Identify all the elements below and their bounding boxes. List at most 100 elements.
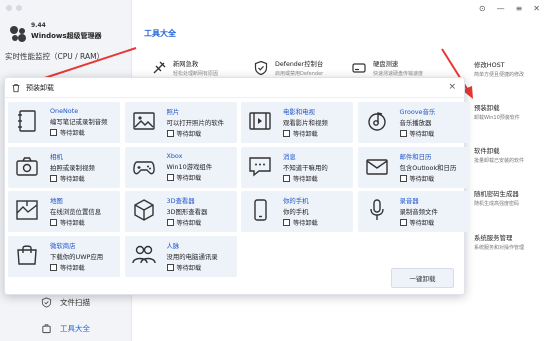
checkbox-icon[interactable]	[50, 263, 57, 271]
app-desc: 观看影片和视频	[283, 119, 328, 127]
checkbox-icon[interactable]	[283, 130, 290, 137]
close-button[interactable]: ×	[448, 82, 456, 92]
app-card[interactable]: 人脉 没用的电脑通讯录 等待卸载	[124, 235, 237, 277]
check-circle-icon[interactable]: ⊙	[479, 4, 486, 13]
app-card[interactable]: 录音器 录制音频文件 等待卸载	[357, 191, 470, 232]
checkbox-icon[interactable]	[399, 174, 407, 182]
wait-uninstall-checkbox[interactable]: 等待卸载	[399, 174, 457, 183]
people-icon	[131, 240, 157, 270]
wait-uninstall-checkbox[interactable]: 等待卸载	[283, 218, 318, 227]
close-icon[interactable]: ✕	[533, 4, 540, 13]
app-name: 3D查看器	[166, 197, 195, 205]
sidebar-item-label: 工具大全	[60, 323, 90, 333]
tool-network-repair[interactable]: 新网急救 轻松处理断网有原因	[150, 59, 218, 77]
app-card[interactable]: 邮件和日历 包含Outlook和日历 等待卸载	[357, 146, 470, 188]
checkbox-icon[interactable]	[50, 219, 57, 226]
app-card[interactable]: 3D查看器 3D图形查看器 等待卸载	[124, 191, 237, 232]
app-card[interactable]: Xbox Win10游戏组件 等待卸载	[124, 146, 237, 188]
checkbox-icon[interactable]	[166, 219, 174, 226]
app-name: OneNote	[50, 107, 79, 115]
wait-uninstall-checkbox[interactable]: 等待卸载	[399, 218, 438, 227]
checkbox-icon[interactable]	[166, 173, 174, 181]
tool-desc: 快速测速硬盘传输速度	[373, 71, 424, 77]
sidebar-item-label: 文件扫描	[60, 297, 90, 307]
tool-password-generator[interactable]: 随机密码生成器 随机生成高强度密码	[474, 189, 519, 207]
checkbox-icon[interactable]	[283, 219, 290, 226]
app-name: 人脉	[166, 241, 180, 250]
wait-label: 等待卸载	[176, 220, 202, 227]
app-card[interactable]: 电影和电视 观看影片和视频 等待卸载	[241, 102, 353, 143]
wait-label: 等待卸载	[293, 220, 318, 227]
checkbox-icon[interactable]	[399, 219, 407, 226]
app-card[interactable]: 消息 不知道干嘛用的 等待卸载	[241, 146, 353, 188]
tool-desc: 启用或禁用Defender	[275, 71, 324, 77]
app-logo-icon	[10, 26, 26, 42]
tool-service-manager[interactable]: 系统服务管理 系统服务和对操作管理	[474, 233, 524, 251]
app-card[interactable]: Groove音乐 音乐播放器 等待卸载	[357, 102, 470, 143]
tool-disk-speed[interactable]: 硬盘测速 快速测速硬盘传输速度	[350, 59, 423, 77]
sidebar-item-toolbox[interactable]: 工具大全	[40, 322, 90, 334]
toolbox-icon	[40, 322, 52, 334]
app-card-text: 照片 可以打开照片的软件 等待卸载	[166, 106, 225, 143]
tool-defender[interactable]: Defender控制台 启用或禁用Defender	[252, 59, 323, 77]
tool-modify-host[interactable]: 修改HOST 简单方便且便捷的修改	[474, 60, 524, 78]
wait-label: 等待卸载	[176, 131, 202, 138]
app-card-text: 邮件和日历 包含Outlook和日历 等待卸载	[399, 151, 457, 188]
app-desc: 音乐播放器	[399, 119, 432, 127]
gamepad-icon	[131, 151, 157, 181]
tool-name: 随机密码生成器	[474, 190, 519, 198]
dialog-title: 预装卸载	[26, 83, 54, 92]
wait-uninstall-checkbox[interactable]: 等待卸载	[283, 129, 328, 138]
wait-uninstall-checkbox[interactable]: 等待卸载	[50, 128, 108, 137]
app-card[interactable]: 你的手机 你的手机 等待卸载	[241, 191, 353, 232]
app-name: 录音器	[399, 197, 419, 205]
checkbox-icon[interactable]	[283, 174, 290, 182]
checkbox-icon[interactable]	[50, 129, 57, 136]
app-card[interactable]: OneNote 编写笔记或录制音频 等待卸载	[8, 102, 120, 143]
tool-preinstalled-uninstall[interactable]: 预装卸载 卸载Win10预装软件	[474, 103, 520, 121]
wait-uninstall-checkbox[interactable]: 等待卸载	[166, 129, 225, 138]
window-controls[interactable]	[6, 5, 22, 11]
wait-uninstall-checkbox[interactable]: 等待卸载	[166, 263, 218, 272]
wait-label: 等待卸载	[60, 220, 85, 227]
app-card[interactable]: 照片 可以打开照片的软件 等待卸载	[124, 102, 237, 143]
shield-check-icon	[40, 296, 52, 308]
minimize-icon[interactable]: —	[497, 4, 505, 13]
app-card[interactable]: 微软商店 下载你的UWP应用 等待卸载	[8, 235, 120, 277]
app-version: 9.44	[31, 22, 46, 29]
tool-name: 软件卸载	[474, 147, 500, 155]
checkbox-icon[interactable]	[399, 130, 407, 137]
checkbox-icon[interactable]	[166, 263, 174, 271]
preinstall-uninstall-dialog: 预装卸载 × OneNote 编写笔记或录制音频 等待卸载 照片 可以打开照片的软件 等待…	[4, 77, 470, 295]
wait-uninstall-checkbox[interactable]: 等待卸载	[50, 263, 103, 272]
disk-icon	[350, 59, 368, 77]
checkbox-icon[interactable]	[166, 130, 174, 137]
app-desc: 拍照或录制视频	[50, 163, 95, 172]
app-card[interactable]: 相机 拍照或录制视频 等待卸载	[8, 146, 120, 188]
wait-uninstall-checkbox[interactable]: 等待卸载	[50, 218, 101, 227]
app-name: 你的手机	[283, 197, 309, 205]
checkbox-icon[interactable]	[50, 174, 57, 182]
tool-name: 修改HOST	[474, 61, 505, 69]
sidebar-item-file-scan[interactable]: 文件扫描	[40, 296, 90, 308]
menu-icon[interactable]: ≡	[516, 4, 523, 13]
wait-label: 等待卸载	[176, 174, 202, 182]
tool-desc: 轻松处理断网有原因	[173, 71, 219, 77]
wait-uninstall-checkbox[interactable]: 等待卸载	[283, 174, 328, 183]
microphone-icon	[364, 195, 390, 225]
app-desc: 下载你的UWP应用	[50, 252, 104, 261]
wait-uninstall-checkbox[interactable]: 等待卸载	[50, 174, 95, 183]
music-icon	[364, 106, 390, 136]
uninstall-all-button[interactable]: 一键卸载	[391, 268, 454, 288]
wait-uninstall-checkbox[interactable]: 等待卸载	[166, 218, 208, 227]
app-name: 消息	[283, 152, 296, 161]
app-desc: 包含Outlook和日历	[399, 163, 457, 172]
wait-uninstall-checkbox[interactable]: 等待卸载	[166, 173, 213, 182]
app-card-text: 电影和电视 观看影片和视频 等待卸载	[283, 106, 328, 143]
app-desc: Win10游戏组件	[166, 162, 213, 171]
wait-uninstall-checkbox[interactable]: 等待卸载	[399, 129, 436, 138]
phone-icon	[247, 195, 273, 225]
app-card-text: 地图 在线浏览位置信息 等待卸载	[50, 195, 101, 232]
app-card[interactable]: 地图 在线浏览位置信息 等待卸载	[8, 191, 120, 232]
tool-software-uninstall[interactable]: 软件卸载 批量卸载已安装的软件	[474, 146, 524, 164]
